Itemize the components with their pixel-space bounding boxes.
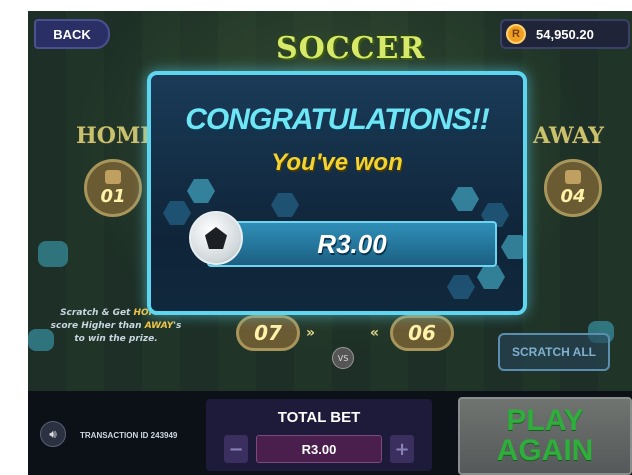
home-mini-icon	[105, 169, 121, 184]
hex-decoration	[163, 201, 191, 225]
hex-decoration	[38, 241, 68, 267]
soccer-ball-icon	[189, 211, 243, 265]
hex-decoration	[447, 275, 475, 299]
balance-display: R 54,950.20	[500, 19, 630, 49]
hex-decoration	[501, 235, 523, 259]
scratch-all-button[interactable]: SCRATCH ALL	[498, 333, 610, 371]
back-button[interactable]: BACK	[34, 19, 110, 49]
hex-decoration	[477, 265, 505, 289]
hex-decoration	[187, 179, 215, 203]
home-score: 01	[100, 185, 126, 207]
prize-bar: R3.00	[207, 221, 497, 267]
bet-value: R3.00	[256, 435, 382, 463]
play-again-line2: AGAIN	[496, 434, 594, 467]
arrow-left-icon: «	[370, 325, 380, 341]
coin-icon: R	[506, 24, 526, 44]
play-again-button[interactable]: PLAY AGAIN	[458, 397, 632, 475]
home-label: HOME	[76, 123, 158, 149]
soccer-logo: SOCCER	[276, 31, 426, 66]
win-subtitle: You've won	[271, 149, 403, 176]
transaction-id: TRANSACTION ID 243949	[80, 431, 178, 440]
vs-badge: VS	[332, 347, 354, 369]
prize-amount: R3.00	[317, 228, 387, 259]
away-score: 04	[560, 185, 586, 207]
bet-decrease-button[interactable]: −	[224, 435, 248, 463]
total-bet-panel: TOTAL BET − R3.00 +	[206, 399, 432, 471]
hex-decoration	[271, 193, 299, 217]
away-mini-icon	[565, 169, 581, 184]
play-again-line1: PLAY	[506, 404, 584, 437]
congratulations-title: CONGRATULATIONS!!	[185, 103, 490, 136]
bet-increase-button[interactable]: +	[390, 435, 414, 463]
away-label: AWAY	[533, 123, 604, 149]
home-score-circle: 01	[84, 159, 142, 217]
scratch-score-left[interactable]: 07	[236, 315, 300, 351]
hex-decoration	[451, 187, 479, 211]
total-bet-title: TOTAL BET	[277, 409, 361, 426]
game-frame: BACK R 54,950.20 SOCCER HOME AWAY 01 04 …	[28, 11, 632, 475]
arrow-right-icon: »	[306, 325, 316, 341]
win-modal: CONGRATULATIONS!! You've won R3.00	[147, 71, 527, 315]
balance-amount: 54,950.20	[536, 26, 594, 42]
scratch-score-right[interactable]: 06	[390, 315, 454, 351]
sound-icon[interactable]: 🔊︎	[40, 421, 66, 447]
bottom-bar: 🔊︎ TRANSACTION ID 243949 TOTAL BET − R3.…	[28, 391, 632, 475]
away-score-circle: 04	[544, 159, 602, 217]
